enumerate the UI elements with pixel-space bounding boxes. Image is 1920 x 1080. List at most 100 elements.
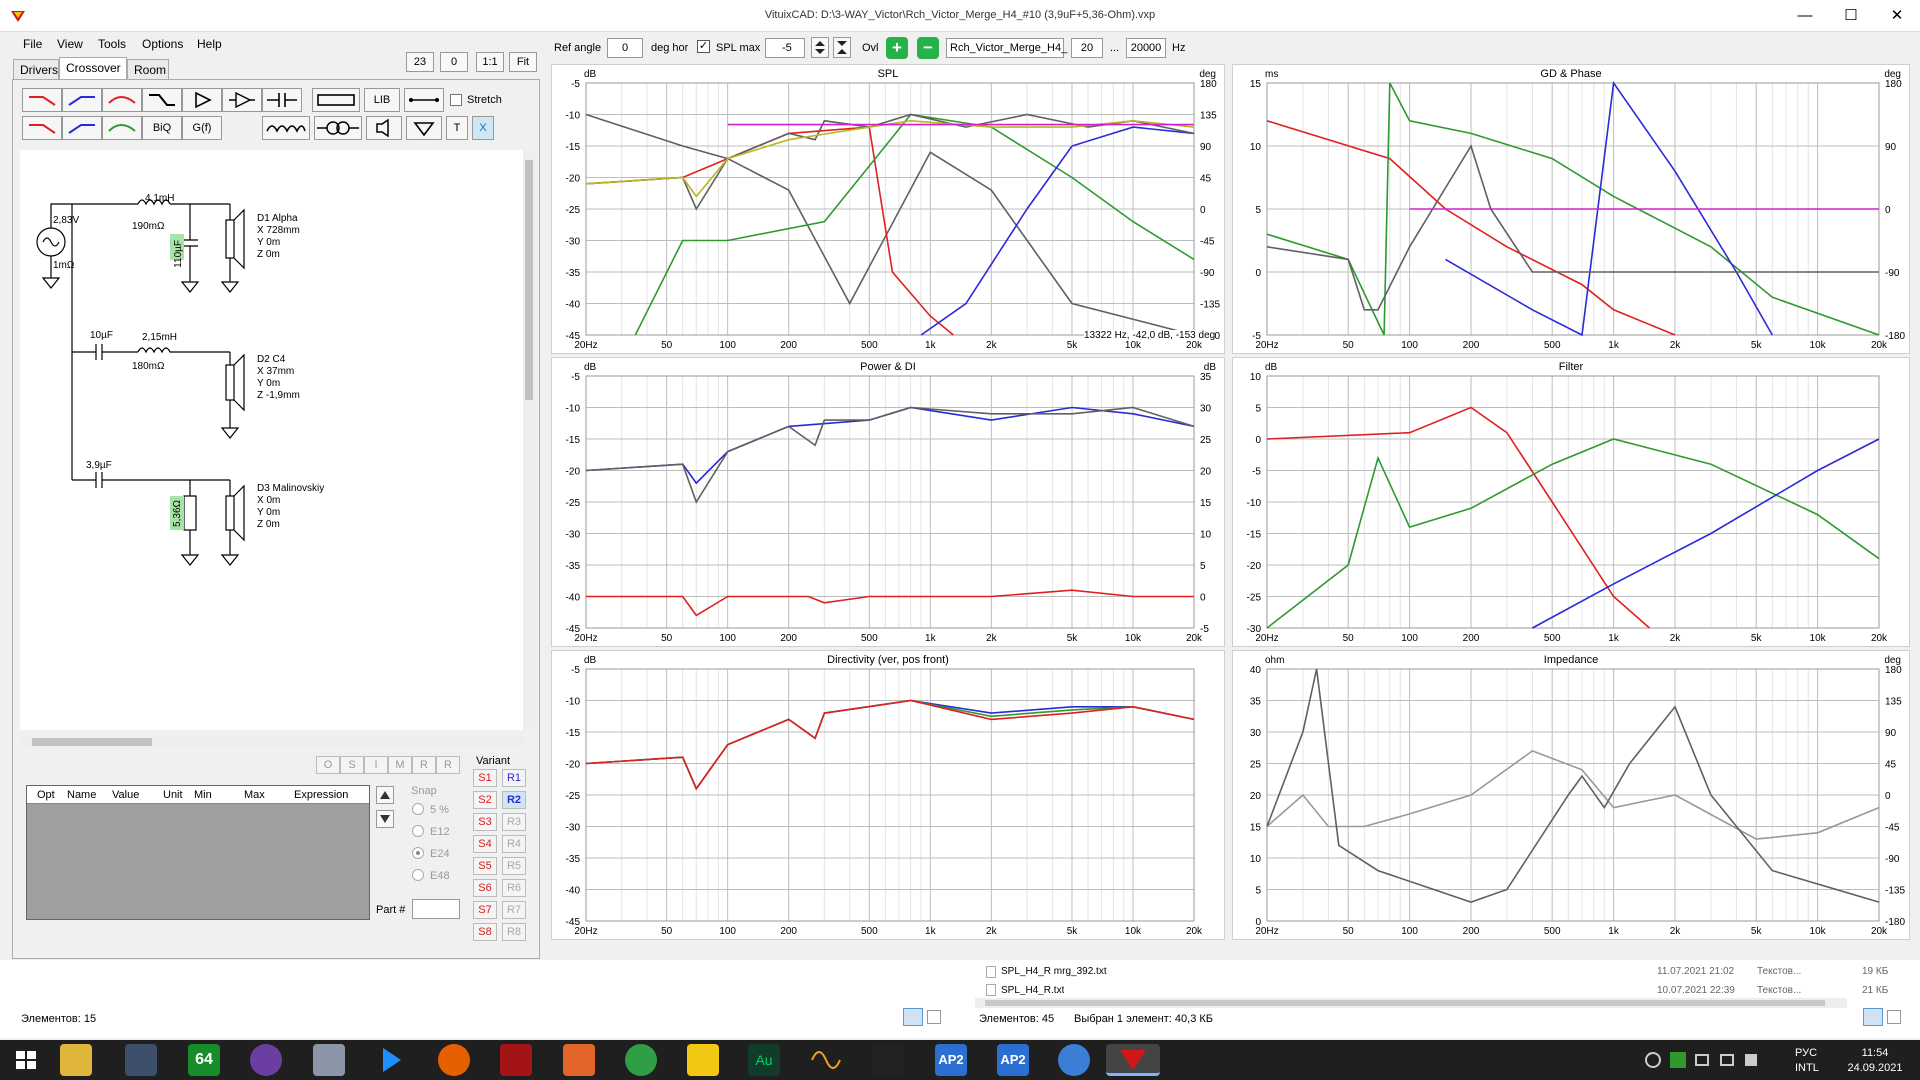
gd-phase-chart[interactable]: GD & Phase ms deg 20Hz 50 100 200 500 1k 2k 5k 1… — [1232, 64, 1910, 354]
file-name-1[interactable]: SPL_H4_R mrg_392.txt — [1001, 966, 1107, 977]
tray-date[interactable]: 24.09.2021 — [1845, 1062, 1905, 1074]
sine-wave-icon[interactable] — [810, 1044, 842, 1076]
freq-from-input[interactable]: 20 — [1071, 38, 1103, 58]
bandpass-green-button[interactable] — [102, 116, 142, 140]
tray-language-layout[interactable]: INTL — [1795, 1062, 1819, 1074]
zoom-1to1-button[interactable]: 1:1 — [476, 52, 504, 72]
desktop-app-icon[interactable] — [125, 1044, 157, 1076]
tray-volume-icon[interactable] — [1745, 1054, 1757, 1066]
torrent-icon[interactable] — [250, 1044, 282, 1076]
bandpass-red-button[interactable] — [102, 88, 142, 112]
d1-name[interactable]: D1 Alpha — [257, 213, 300, 225]
l2-resistance[interactable]: 180mΩ — [132, 361, 165, 372]
variant-s6[interactable]: S6 — [473, 879, 497, 897]
player-icon[interactable] — [1058, 1044, 1090, 1076]
details-view-right-button[interactable] — [1863, 1008, 1883, 1026]
tiles-view-right-button[interactable] — [1887, 1010, 1901, 1024]
tray-nvidia-icon[interactable] — [1670, 1052, 1686, 1068]
amplifier-button[interactable] — [182, 88, 222, 112]
power-di-chart[interactable]: Power & DI dB dB 20Hz 50 100 200 500 1k 2k 5k 10… — [551, 357, 1225, 647]
variant-r3[interactable]: R3 — [502, 813, 526, 831]
zoom-zero-button[interactable]: 0 — [440, 52, 468, 72]
mixer-icon[interactable] — [872, 1044, 904, 1076]
variant-r1[interactable]: R1 — [502, 769, 526, 787]
lowpass-red-2-button[interactable] — [22, 116, 62, 140]
audition-icon[interactable]: Au — [748, 1044, 780, 1076]
snap-e12-radio[interactable] — [412, 825, 424, 837]
highpass-blue-button[interactable] — [62, 88, 102, 112]
aida64-icon[interactable]: 64 — [188, 1044, 220, 1076]
variant-s1[interactable]: S1 — [473, 769, 497, 787]
resistor-button[interactable] — [312, 88, 360, 112]
menu-file[interactable]: File — [23, 37, 42, 51]
variant-r2[interactable]: R2 — [502, 791, 526, 809]
vituixcad-taskbar-icon[interactable] — [1106, 1044, 1160, 1076]
ground-button[interactable] — [406, 116, 442, 140]
opt-i-button[interactable]: I — [364, 756, 388, 774]
opt-o-button[interactable]: O — [316, 756, 340, 774]
ap2-icon-1[interactable]: AP2 — [935, 1044, 967, 1076]
opt-r-button[interactable]: R — [412, 756, 436, 774]
variant-s2[interactable]: S2 — [473, 791, 497, 809]
inductor-button[interactable] — [262, 116, 310, 140]
c2-value[interactable]: 10µF — [90, 330, 113, 341]
viewer-icon[interactable] — [563, 1044, 595, 1076]
spl-compress-button[interactable] — [833, 37, 851, 58]
variant-s5[interactable]: S5 — [473, 857, 497, 875]
variant-s7[interactable]: S7 — [473, 901, 497, 919]
tab-drivers[interactable]: Drivers — [13, 59, 59, 79]
tray-language[interactable]: РУС — [1795, 1047, 1817, 1059]
schematic-vscroll[interactable] — [523, 150, 535, 730]
firefox-icon[interactable] — [438, 1044, 470, 1076]
file-explorer-icon[interactable] — [60, 1044, 92, 1076]
l1-value[interactable]: 4,1mH — [145, 193, 174, 204]
spl-max-input[interactable]: -5 — [765, 38, 805, 58]
menu-view[interactable]: View — [57, 37, 83, 51]
tray-app-icon[interactable] — [1645, 1052, 1661, 1068]
variant-s4[interactable]: S4 — [473, 835, 497, 853]
text-button[interactable]: T — [446, 116, 468, 140]
zoom-fit-button[interactable]: Fit — [509, 52, 537, 72]
variant-s8[interactable]: S8 — [473, 923, 497, 941]
spl-expand-button[interactable] — [811, 37, 829, 58]
details-view-left-button[interactable] — [903, 1008, 923, 1026]
media-player-icon[interactable] — [375, 1044, 407, 1076]
impedance-chart[interactable]: Impedance ohm deg 20Hz 50 100 200 500 1k 2k 5k 1… — [1232, 650, 1910, 940]
stretch-checkbox[interactable] — [450, 94, 462, 106]
opt-m-button[interactable]: M — [388, 756, 412, 774]
l2-value[interactable]: 2,15mH — [142, 332, 177, 343]
r3-value[interactable]: 5,36Ω — [172, 500, 183, 527]
part-number-input[interactable] — [412, 899, 460, 919]
c3-value[interactable]: 3,9µF — [86, 460, 112, 471]
spl-chart[interactable]: SPL dB deg 20Hz 50 100 200 500 1k 2k 5k 10k 20k -5… — [551, 64, 1225, 354]
file-name-2[interactable]: SPL_H4_R.txt — [1001, 985, 1064, 995]
c1-value[interactable]: 110µF — [173, 240, 184, 268]
tray-battery-icon[interactable] — [1695, 1054, 1709, 1066]
buffer-button[interactable] — [222, 88, 262, 112]
calculator-icon[interactable] — [313, 1044, 345, 1076]
lowpass-red-button[interactable] — [22, 88, 62, 112]
filter-chart[interactable]: Filter dB 20Hz 50 100 200 500 1k 2k 5k 10k 20k 10 5… — [1232, 357, 1910, 647]
variant-r8[interactable]: R8 — [502, 923, 526, 941]
file-list-hscroll[interactable] — [975, 998, 1847, 1008]
freq-to-input[interactable]: 20000 — [1126, 38, 1166, 58]
tab-room[interactable]: Room — [127, 59, 169, 79]
maximize-button[interactable]: ☐ — [1828, 0, 1874, 32]
overlay-name-input[interactable]: Rch_Victor_Merge_H4_ — [946, 38, 1067, 58]
schematic-canvas[interactable]: 2,83V 1mΩ 4,1mH 190mΩ 110µF D1 Alpha X 7… — [20, 150, 525, 730]
d2-name[interactable]: D2 C4 — [257, 354, 300, 366]
move-down-button[interactable] — [376, 810, 394, 828]
variant-r6[interactable]: R6 — [502, 879, 526, 897]
biquad-button[interactable]: BiQ — [142, 116, 182, 140]
driver-button[interactable] — [366, 116, 402, 140]
variant-s3[interactable]: S3 — [473, 813, 497, 831]
menu-tools[interactable]: Tools — [98, 37, 126, 51]
close-button[interactable]: ✕ — [1874, 0, 1920, 32]
file-list[interactable]: SPL_H4_R mrg_392.txt 11.07.2021 21:02 Те… — [964, 960, 1920, 996]
menu-options[interactable]: Options — [142, 37, 183, 51]
tab-crossover[interactable]: Crossover — [59, 57, 127, 79]
add-overlay-button[interactable]: + — [886, 37, 908, 59]
capacitor-button[interactable] — [262, 88, 302, 112]
snap-5pct-radio[interactable] — [412, 803, 424, 815]
zoom-value-button[interactable]: 23 — [406, 52, 434, 72]
